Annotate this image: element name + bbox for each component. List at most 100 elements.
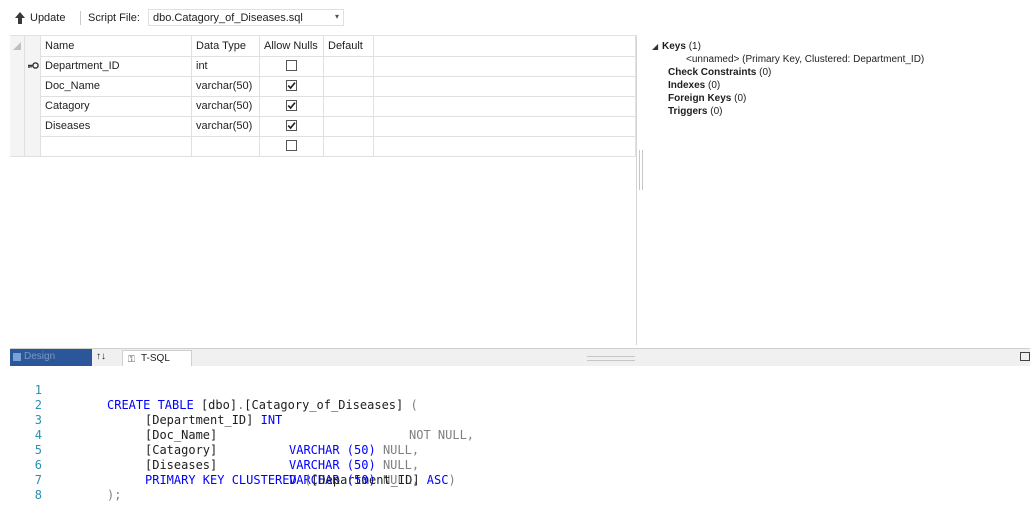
keyword: CREATE TABLE	[107, 398, 194, 412]
code-text: );	[107, 488, 121, 503]
triggers-node[interactable]: Triggers (0)	[652, 105, 924, 118]
swap-panes-button[interactable]: ↑↓	[96, 351, 106, 362]
identifier: [Catagory_of_Diseases]	[244, 398, 404, 412]
code-text: VARCHAR (50) NULL,	[289, 443, 419, 458]
row-selector[interactable]	[10, 116, 25, 136]
primary-key-icon	[28, 62, 39, 69]
identifier: [Catagory]	[145, 443, 218, 457]
code-line: 6 PRIMARY KEY CLUSTERED ([Department_ID]…	[0, 443, 456, 487]
update-button[interactable]: Update	[14, 10, 65, 26]
keys-label: Keys	[662, 41, 686, 52]
nullability: NULL,	[382, 458, 420, 472]
identifier: [Department_ID]	[311, 473, 420, 487]
row-selector[interactable]	[10, 136, 25, 156]
script-file-value: dbo.Catagory_of_Diseases.sql	[153, 12, 303, 24]
row-indicator	[25, 116, 41, 136]
keyword: PRIMARY KEY CLUSTERED	[145, 473, 297, 487]
punct: )	[448, 473, 456, 487]
header-allow-nulls[interactable]: Allow Nulls	[260, 36, 324, 56]
collapse-triangle-icon[interactable]: ◢	[652, 40, 662, 53]
allow-nulls-checkbox[interactable]	[286, 120, 297, 131]
table-row[interactable]: Department_ID int	[10, 56, 636, 77]
type: INT	[260, 413, 283, 427]
default-cell[interactable]	[324, 76, 374, 96]
type: VARCHAR (50)	[289, 443, 376, 457]
allow-nulls-checkbox[interactable]	[286, 60, 297, 71]
allow-nulls-checkbox[interactable]	[286, 100, 297, 111]
header-name[interactable]: Name	[41, 36, 192, 56]
row-indicator	[25, 136, 41, 156]
data-type-cell[interactable]: varchar(50)	[192, 96, 260, 116]
vertical-splitter[interactable]	[636, 35, 637, 345]
allow-nulls-cell	[260, 96, 324, 116]
data-type-cell[interactable]: varchar(50)	[192, 116, 260, 136]
split-view-icon[interactable]	[1020, 352, 1030, 361]
header-data-type[interactable]: Data Type	[192, 36, 260, 56]
data-type-cell[interactable]	[192, 136, 260, 156]
column-name-cell[interactable]	[41, 136, 192, 156]
data-type-cell[interactable]: varchar(50)	[192, 76, 260, 96]
table-row[interactable]: Doc_Name varchar(50)	[10, 76, 636, 97]
checkmark-icon	[287, 102, 296, 110]
header-filler	[374, 36, 636, 56]
default-cell[interactable]	[324, 96, 374, 116]
allow-nulls-checkbox[interactable]	[286, 80, 297, 91]
update-label: Update	[30, 12, 66, 24]
table-row[interactable]: Diseases varchar(50)	[10, 116, 636, 137]
foreign-keys-label: Foreign Keys	[668, 93, 732, 104]
default-cell[interactable]	[324, 56, 374, 76]
table-row[interactable]: Catagory varchar(50)	[10, 96, 636, 117]
script-file-select[interactable]: dbo.Catagory_of_Diseases.sql ▾	[148, 9, 344, 26]
indexes-node[interactable]: Indexes (0)	[652, 79, 924, 92]
data-type-cell[interactable]: int	[192, 56, 260, 76]
column-name-cell[interactable]: Catagory	[41, 96, 192, 116]
allow-nulls-cell	[260, 76, 324, 96]
row-selector[interactable]	[10, 56, 25, 76]
column-name-cell[interactable]: Department_ID	[41, 56, 192, 76]
code-line: 8	[0, 473, 42, 502]
horizontal-splitter-grip[interactable]	[587, 356, 635, 361]
table-row-new[interactable]	[10, 136, 636, 157]
checkmark-icon	[287, 122, 296, 130]
update-arrow-icon	[14, 11, 26, 25]
allow-nulls-checkbox[interactable]	[286, 140, 297, 151]
tab-design[interactable]: Design	[10, 349, 92, 366]
allow-nulls-cell	[260, 136, 324, 156]
code-text: [Diseases]	[145, 458, 217, 473]
triggers-count: (0)	[710, 106, 723, 117]
code-text: [Catagory]	[145, 443, 217, 458]
code-line: 7 );	[0, 458, 122, 502]
splitter-grip[interactable]	[639, 150, 643, 190]
default-cell[interactable]	[324, 136, 374, 156]
keys-node[interactable]: ◢ Keys (1)	[652, 40, 924, 53]
tsql-editor[interactable]: 1 CREATE TABLE [dbo].[Catagory_of_Diseas…	[0, 366, 1030, 502]
allow-nulls-cell	[260, 116, 324, 136]
row-indicator	[25, 96, 41, 116]
default-cell[interactable]	[324, 116, 374, 136]
tab-tsql[interactable]: ⚿ T-SQL	[122, 350, 192, 366]
row-selector[interactable]	[10, 96, 25, 116]
grid-corner[interactable]	[10, 36, 25, 56]
check-constraints-label: Check Constraints	[668, 67, 757, 78]
code-line: 5 [Diseases] VARCHAR (50) NULL,	[0, 428, 419, 487]
row-filler	[374, 136, 636, 156]
grid-header-row: Name Data Type Allow Nulls Default	[10, 36, 636, 57]
toolbar-separator	[80, 11, 81, 25]
indexes-count: (0)	[708, 80, 721, 91]
column-name-cell[interactable]: Doc_Name	[41, 76, 192, 96]
chevron-down-icon[interactable]: ▾	[335, 12, 339, 21]
row-selector[interactable]	[10, 76, 25, 96]
header-default[interactable]: Default	[324, 36, 374, 56]
foreign-keys-node[interactable]: Foreign Keys (0)	[652, 92, 924, 105]
column-name-cell[interactable]: Diseases	[41, 116, 192, 136]
column-grid: Name Data Type Allow Nulls Default Depar…	[10, 35, 636, 157]
identifier: [Doc_Name]	[145, 428, 218, 442]
code-text: [Doc_Name]	[145, 428, 217, 443]
code-text: [Department_ID] INT	[145, 413, 282, 428]
type: VARCHAR (50)	[289, 458, 376, 472]
check-constraints-node[interactable]: Check Constraints (0)	[652, 66, 924, 79]
code-line: 1 CREATE TABLE [dbo].[Catagory_of_Diseas…	[0, 368, 418, 412]
key-item[interactable]: <unnamed> (Primary Key, Clustered: Depar…	[652, 53, 924, 66]
row-filler	[374, 96, 636, 116]
tab-tsql-label: T-SQL	[141, 353, 170, 364]
